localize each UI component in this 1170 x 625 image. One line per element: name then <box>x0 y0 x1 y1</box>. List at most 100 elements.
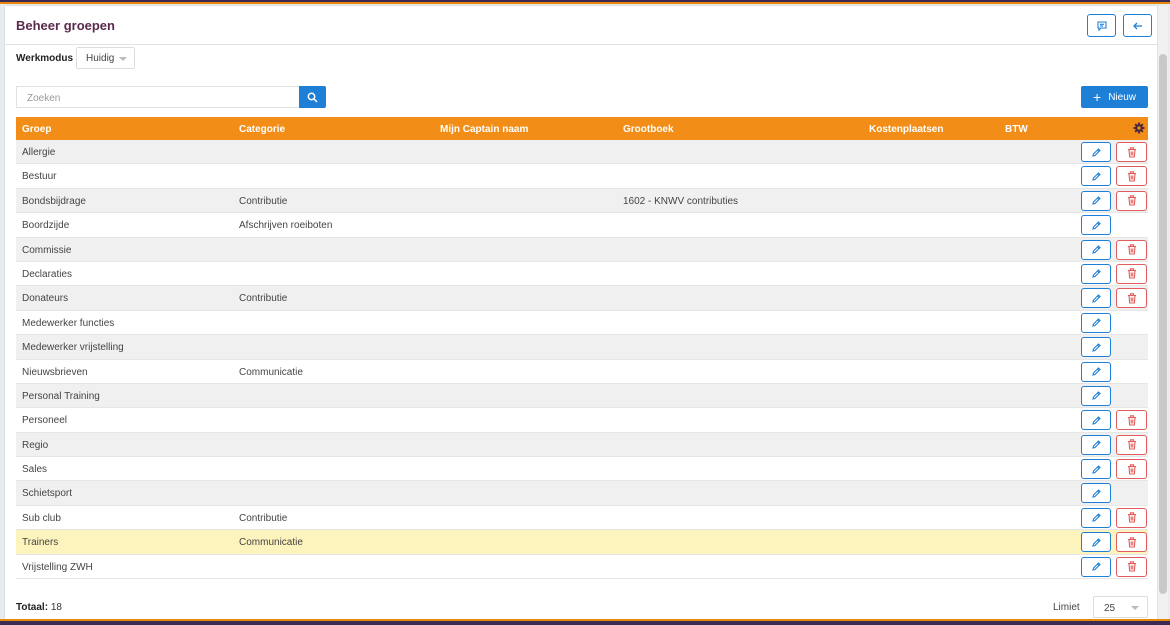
trash-icon <box>1127 561 1136 572</box>
cell-groep: Personal Training <box>22 390 100 402</box>
table-row[interactable]: Boordzijde Afschrijven roeiboten <box>16 213 1148 238</box>
table-row[interactable]: Declaraties <box>16 261 1148 287</box>
page-header: Beheer groepen <box>5 6 1157 45</box>
feedback-button[interactable] <box>1087 14 1116 37</box>
cell-categorie: Contributie <box>239 512 288 524</box>
table-row[interactable]: Regio <box>16 432 1148 458</box>
plus-icon: + <box>1093 89 1102 105</box>
pencil-icon <box>1091 537 1101 547</box>
cell-groep: Bondsbijdrage <box>22 195 86 207</box>
column-header-groep[interactable]: Groep <box>22 124 51 135</box>
page-title: Beheer groepen <box>16 18 115 33</box>
cell-groep: Personeel <box>22 415 68 427</box>
table-row[interactable]: Nieuwsbrieven Communicatie <box>16 359 1148 384</box>
scrollbar-thumb[interactable] <box>1159 54 1167 594</box>
werkmodus-select[interactable]: Huidig <box>76 47 135 69</box>
chevron-down-icon <box>119 57 127 61</box>
delete-button[interactable] <box>1116 166 1147 187</box>
pencil-icon <box>1091 318 1101 327</box>
trash-icon <box>1127 146 1136 158</box>
edit-button[interactable] <box>1081 142 1111 162</box>
column-header-kostenplaatsen[interactable]: Kostenplaatsen <box>869 124 943 135</box>
werkmodus-value: Huidig <box>86 53 115 64</box>
cell-categorie: Contributie <box>239 293 288 305</box>
trash-icon <box>1127 512 1136 523</box>
delete-button[interactable] <box>1116 556 1147 577</box>
table-row[interactable]: Medewerker vrijstelling <box>16 335 1148 360</box>
edit-button[interactable] <box>1081 410 1111 431</box>
delete-button[interactable] <box>1116 410 1147 431</box>
edit-button[interactable] <box>1081 385 1111 406</box>
pencil-icon <box>1091 196 1101 206</box>
cell-groep: Allergie <box>22 147 56 158</box>
cell-groep: Declaraties <box>22 268 73 280</box>
table-row[interactable]: Bondsbijdrage Contributie 1602 - KNWV cont… <box>16 188 1148 214</box>
cell-groep: Sales <box>22 464 48 476</box>
table-row[interactable]: Donateurs Contributie <box>16 286 1148 311</box>
trash-icon <box>1127 171 1136 182</box>
total-count: Totaal: 18 <box>16 602 62 613</box>
new-group-button[interactable]: + Nieuw <box>1081 86 1148 108</box>
back-button[interactable] <box>1123 14 1152 37</box>
edit-button[interactable] <box>1081 312 1111 333</box>
trash-icon <box>1127 463 1136 475</box>
edit-button[interactable] <box>1081 288 1111 309</box>
delete-button[interactable] <box>1116 142 1147 162</box>
delete-button[interactable] <box>1116 459 1147 480</box>
edit-button[interactable] <box>1081 459 1111 480</box>
delete-button[interactable] <box>1116 434 1147 455</box>
table-row[interactable]: Commissie <box>16 237 1148 262</box>
cell-categorie: Contributie <box>239 195 288 207</box>
table-row[interactable]: Sales <box>16 457 1148 482</box>
edit-button[interactable] <box>1081 166 1111 187</box>
edit-button[interactable] <box>1081 239 1111 260</box>
pencil-icon <box>1091 416 1101 425</box>
pencil-icon <box>1091 342 1101 352</box>
table-row[interactable]: Vrijstelling ZWH <box>16 554 1148 580</box>
edit-button[interactable] <box>1081 190 1111 211</box>
column-header-categorie[interactable]: Categorie <box>239 124 285 135</box>
cell-groep: Boordzijde <box>22 220 70 232</box>
column-header-grootboek[interactable]: Grootboek <box>623 124 674 135</box>
table-row[interactable]: Trainers Communicatie <box>16 530 1148 555</box>
table-row[interactable]: Sub club Contributie <box>16 505 1148 531</box>
limit-select[interactable]: 25 <box>1093 596 1148 618</box>
table-row[interactable]: Allergie <box>16 140 1148 165</box>
edit-button[interactable] <box>1081 215 1111 236</box>
edit-button[interactable] <box>1081 337 1111 358</box>
delete-button[interactable] <box>1116 507 1147 528</box>
column-header-captain-naam[interactable]: Mijn Captain naam <box>440 124 528 135</box>
edit-button[interactable] <box>1081 434 1111 455</box>
delete-button[interactable] <box>1116 288 1147 309</box>
delete-button[interactable] <box>1116 263 1147 284</box>
table-row[interactable]: Personal Training <box>16 383 1148 409</box>
cell-groep: Bestuur <box>22 171 57 183</box>
edit-button[interactable] <box>1081 507 1111 528</box>
cell-groep: Medewerker functies <box>22 317 115 329</box>
edit-button[interactable] <box>1081 483 1111 504</box>
edit-button[interactable] <box>1081 361 1111 382</box>
edit-button[interactable] <box>1081 532 1111 553</box>
delete-button[interactable] <box>1116 190 1147 211</box>
search-input[interactable]: Zoeken <box>16 86 299 108</box>
delete-button[interactable] <box>1116 532 1147 553</box>
search-button[interactable] <box>299 86 326 108</box>
arrow-left-icon <box>1132 22 1142 29</box>
cell-categorie: Afschrijven roeiboten <box>239 220 333 232</box>
edit-button[interactable] <box>1081 556 1111 577</box>
gear-icon[interactable] <box>1133 122 1145 134</box>
scrollbar[interactable] <box>1158 6 1168 619</box>
table-row[interactable]: Personeel <box>16 408 1148 433</box>
trash-icon <box>1127 537 1136 548</box>
table-row[interactable]: Medewerker functies <box>16 310 1148 336</box>
delete-button[interactable] <box>1116 239 1147 260</box>
edit-button[interactable] <box>1081 263 1111 284</box>
pencil-icon <box>1091 391 1101 401</box>
table-row[interactable]: Schietsport <box>16 481 1148 506</box>
table-row[interactable]: Bestuur <box>16 164 1148 189</box>
column-header-btw[interactable]: BTW <box>1005 124 1028 135</box>
total-label: Totaal: <box>16 602 49 613</box>
cell-groep: Trainers <box>22 537 59 549</box>
pencil-icon <box>1091 562 1101 571</box>
pencil-icon <box>1091 513 1101 523</box>
